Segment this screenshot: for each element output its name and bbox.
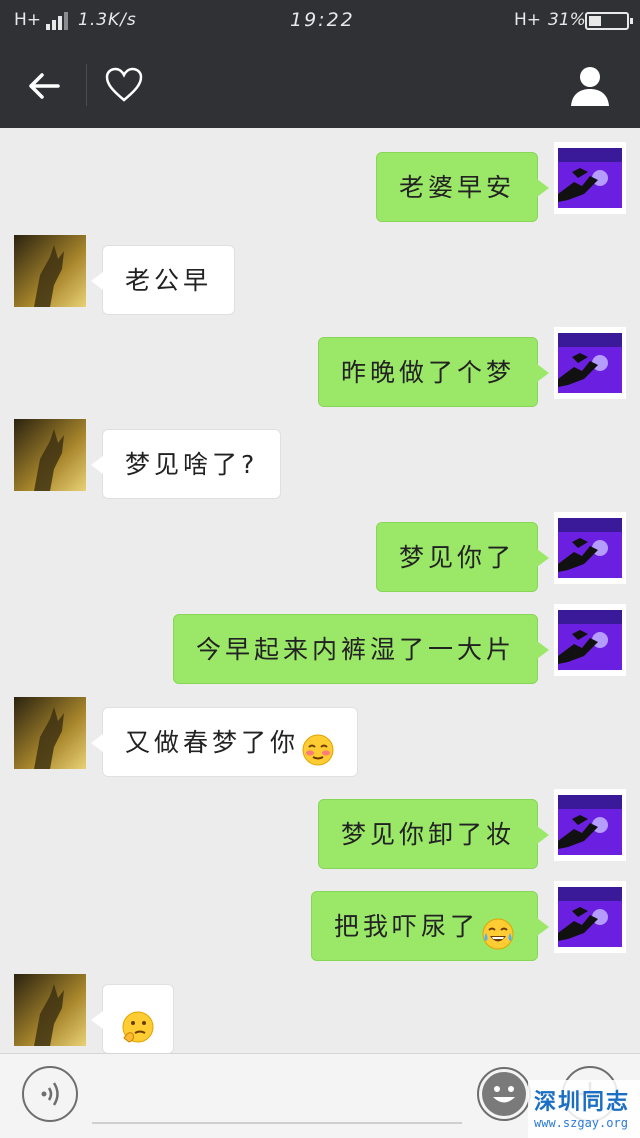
voice-icon[interactable] [22, 1066, 78, 1122]
message-bubble[interactable]: 又做春梦了你 [90, 707, 359, 777]
message-row: 昨晚做了个梦 [0, 323, 640, 407]
message-text: 老公早 [125, 266, 213, 295]
message-row: 老公早 [0, 231, 640, 315]
battery-icon [585, 12, 633, 30]
header-divider [86, 64, 87, 106]
message-text: 今早起来内裤湿了一大片 [195, 635, 515, 664]
emoji-icon[interactable] [476, 1066, 532, 1122]
message-text: 梦见啥了? [125, 450, 259, 479]
message-text: 梦见你卸了妆 [340, 820, 515, 849]
contact-avatar[interactable] [14, 697, 86, 769]
message-text: 老婆早安 [398, 173, 515, 202]
thinking-face-emoji [121, 1001, 155, 1043]
my-avatar[interactable] [554, 881, 626, 953]
message-row: 梦见啥了? [0, 415, 640, 499]
contact-avatar[interactable] [14, 235, 86, 307]
message-bubble[interactable]: 昨晚做了个梦 [317, 337, 550, 407]
message-input[interactable] [92, 1122, 462, 1124]
message-bubble[interactable]: 老公早 [90, 245, 236, 315]
message-row: 把我吓尿了 [0, 877, 640, 961]
message-row: 梦见你了 [0, 508, 640, 592]
my-avatar[interactable] [554, 327, 626, 399]
tears-of-joy-emoji [481, 908, 515, 950]
message-bubble[interactable] [91, 984, 174, 1054]
battery-percent: 31% [548, 10, 586, 30]
message-bubble[interactable]: 老婆早安 [375, 152, 550, 222]
my-avatar[interactable] [554, 604, 626, 676]
contact-avatar[interactable] [14, 419, 86, 491]
message-row: 老婆早安 [0, 138, 640, 222]
message-row [0, 970, 640, 1054]
message-text: 梦见你了 [398, 543, 515, 572]
chat-area[interactable]: 老婆早安 老公早 昨晚做了个梦 梦见啥了? 梦见你了 今早起来内裤湿了一大片 又… [0, 128, 640, 1054]
heart-icon[interactable] [104, 66, 144, 104]
message-bubble[interactable]: 梦见啥了? [90, 429, 282, 499]
watermark-title: 深圳同志 [534, 1090, 631, 1115]
my-avatar[interactable] [554, 789, 626, 861]
network-type-left: H+ [14, 10, 42, 30]
message-text: 把我吓尿了 [333, 912, 479, 941]
watermark-url: www.szgay.org [534, 1116, 628, 1130]
person-icon[interactable] [568, 64, 612, 108]
message-bubble[interactable]: 梦见你卸了妆 [317, 799, 550, 869]
chat-header [0, 42, 640, 128]
my-avatar[interactable] [554, 142, 626, 214]
back-arrow-icon[interactable] [24, 66, 64, 106]
network-speed: 1.3K/s [78, 10, 137, 30]
message-bubble[interactable]: 今早起来内裤湿了一大片 [172, 614, 550, 684]
network-type-right: H+ [514, 10, 542, 30]
clock: 19:22 [290, 9, 355, 31]
message-row: 又做春梦了你 [0, 693, 640, 777]
signal-icon [46, 12, 70, 30]
status-bar: H+ 1.3K/s 19:22 H+ 31% [0, 0, 640, 42]
my-avatar[interactable] [554, 512, 626, 584]
message-row: 梦见你卸了妆 [0, 785, 640, 869]
message-bubble[interactable]: 梦见你了 [375, 522, 550, 592]
message-bubble[interactable]: 把我吓尿了 [310, 891, 550, 961]
message-row: 今早起来内裤湿了一大片 [0, 600, 640, 684]
contact-avatar[interactable] [14, 974, 86, 1046]
watermark: 深圳同志 www.szgay.org [528, 1080, 640, 1138]
message-text: 昨晚做了个梦 [340, 358, 515, 387]
message-text: 又做春梦了你 [125, 728, 300, 757]
blush-face-emoji [301, 724, 335, 766]
